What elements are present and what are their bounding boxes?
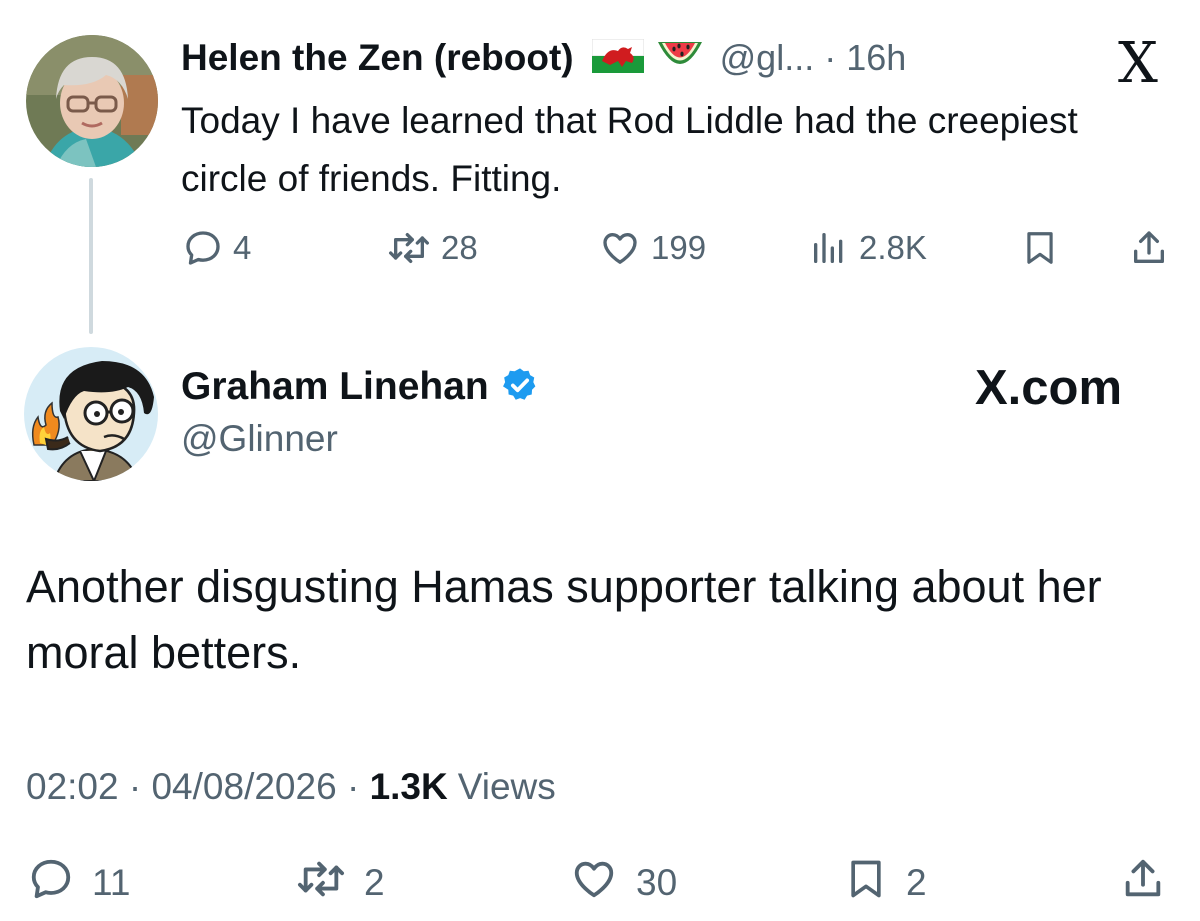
tweet2-share-button[interactable] [1120, 855, 1166, 911]
tweet1-views-button[interactable]: 2.8K [809, 222, 927, 274]
tweet1-header: Helen the Zen (reboot) @gl... · 16h [181, 33, 906, 83]
tweet2-views-count: 1.3K [369, 766, 448, 807]
tweet2-date[interactable]: 04/08/2026 [151, 766, 336, 808]
tweet1-repost-count: 28 [441, 229, 478, 266]
verified-badge-icon [501, 366, 539, 409]
tweet2-reply-button[interactable]: 11 [28, 855, 130, 911]
tweet2-time[interactable]: 02:02 [26, 766, 119, 808]
tweet2-bookmark-button[interactable]: 2 [844, 855, 927, 911]
tweet1-text: Today I have learned that Rod Liddle had… [181, 100, 1078, 199]
tweet2-action-bar: 11 2 30 2 [28, 855, 1178, 911]
reply-icon [183, 228, 223, 268]
tweet1-bookmark-button[interactable] [1021, 222, 1059, 274]
tweet2-meta: 02:02 · 04/08/2026 · 1.3K Views [26, 762, 556, 812]
watermelon-icon [656, 36, 704, 81]
tweet1-views-count: 2.8K [859, 229, 927, 266]
avatar-graham[interactable] [24, 347, 158, 481]
wales-flag-icon [591, 38, 645, 78]
views-icon [809, 228, 849, 268]
share-icon [1129, 228, 1169, 268]
tweet2-repost-button[interactable]: 2 [296, 855, 385, 911]
tweet1-like-button[interactable]: 199 [599, 222, 706, 274]
heart-icon [570, 856, 618, 911]
tweet1-reply-count: 4 [233, 229, 252, 266]
tweet2-handle[interactable]: @Glinner [181, 418, 338, 460]
tweet1-display-name[interactable]: Helen the Zen (reboot) [181, 37, 574, 79]
repost-icon [387, 228, 431, 268]
x-logo-icon: X [1118, 31, 1158, 96]
tweet1-reply-button[interactable]: 4 [183, 222, 251, 274]
bookmark-icon [1021, 228, 1059, 268]
reply-icon [28, 856, 74, 911]
tweet2-text: Another disgusting Hamas supporter talki… [26, 561, 1102, 678]
tweet1-handle-time[interactable]: @gl... · 16h [720, 37, 907, 79]
tweet2-header: Graham Linehan [181, 360, 539, 414]
tweet2-like-button[interactable]: 30 [570, 855, 677, 911]
heart-icon [599, 228, 641, 268]
tweet1-repost-button[interactable]: 28 [387, 222, 478, 274]
tweet2-reply-count: 11 [92, 862, 131, 903]
repost-icon [296, 856, 346, 911]
tweet2-repost-count: 2 [364, 862, 385, 903]
tweet2-bookmark-count: 2 [906, 862, 927, 903]
thread-connector-line [89, 178, 93, 334]
avatar-helen[interactable] [26, 35, 158, 167]
meta-separator: · [118, 766, 152, 807]
share-icon [1120, 856, 1166, 911]
tweet1-action-bar: 4 28 199 2.8K [183, 222, 1173, 274]
tweet1-share-button[interactable] [1129, 222, 1169, 274]
tweet2-like-count: 30 [636, 862, 678, 903]
tweet2-display-name[interactable]: Graham Linehan [181, 365, 489, 409]
tweet2-views-label: Views [457, 766, 556, 807]
meta-separator: · [336, 766, 370, 807]
tweet1-like-count: 199 [651, 229, 707, 266]
x-com-logo: X.com [975, 361, 1123, 415]
bookmark-icon [844, 856, 888, 911]
